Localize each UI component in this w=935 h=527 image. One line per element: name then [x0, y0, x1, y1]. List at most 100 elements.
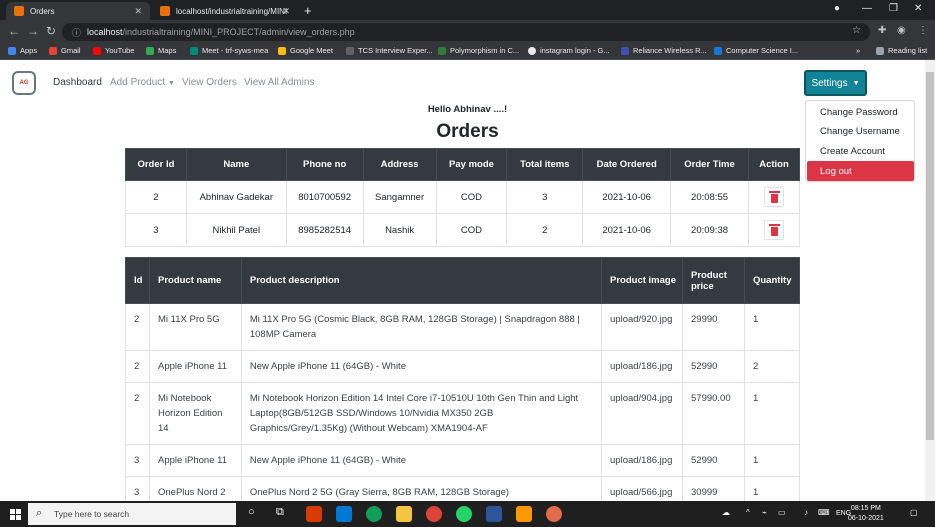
address-path: /industrialtraining/MINI_PROJECT/admin/v…	[122, 27, 355, 37]
scrollbar-thumb[interactable]	[926, 72, 934, 440]
cell-product-image: upload/186.jpg	[601, 350, 683, 383]
file-explorer-icon[interactable]	[396, 506, 412, 522]
tab-title: localhost/industrialtraining/MINI	[176, 6, 288, 16]
bookmark-computer-science[interactable]: Computer Science I...	[714, 46, 798, 55]
col-order-time: Order Time	[670, 148, 749, 181]
bookmark-meet[interactable]: Meet - trf-syws-mea	[190, 46, 268, 55]
col-action: Action	[747, 148, 801, 181]
network-icon[interactable]: ⌁	[762, 508, 767, 517]
cell-order-id: 3	[125, 213, 187, 247]
notifications-icon[interactable]: ▢	[910, 508, 918, 517]
clock-date: 06-10-2021	[848, 515, 884, 522]
sublime-text-icon[interactable]	[516, 506, 532, 522]
delete-order-trash-icon[interactable]	[763, 220, 784, 240]
nav-view-all-admins[interactable]: View All Admins	[244, 77, 314, 88]
word-icon[interactable]	[486, 506, 502, 522]
address-bar[interactable]: ⓘ localhost/industrialtraining/MINI_PROJ…	[62, 23, 870, 41]
cell-product-price: 30999	[682, 476, 745, 501]
tab-close-icon[interactable]: ✕	[282, 6, 290, 17]
back-icon[interactable]: ←	[8, 24, 20, 38]
cell-date-ordered: 2021-10-06	[582, 213, 672, 247]
bookmark-polymorphism[interactable]: Polymorphism in C...	[438, 46, 519, 55]
forward-icon[interactable]: →	[27, 24, 39, 38]
windows-taskbar: ⌕ Type here to search ○ ⧉ ☁ ^ ⌁ ▭ ♪ ⌨ EN…	[0, 501, 935, 527]
nav-add-product[interactable]: Add Product ▼	[110, 77, 175, 88]
bookmark-reliance[interactable]: Reliance Wireless R...	[621, 46, 707, 55]
close-window-icon[interactable]: ✕	[914, 3, 922, 14]
office-icon[interactable]	[306, 506, 322, 522]
profile-indicator-icon[interactable]: ●	[834, 3, 840, 14]
show-hidden-icons[interactable]: ^	[746, 508, 750, 517]
windows-start-icon[interactable]	[10, 509, 21, 520]
table-row: 3 OnePlus Nord 2 5G OnePlus Nord 2 5G (G…	[125, 476, 801, 501]
google-icon	[528, 46, 536, 55]
edge-icon[interactable]	[366, 506, 382, 522]
chrome-icon[interactable]	[426, 506, 442, 522]
extensions-icon[interactable]: ✚	[878, 25, 886, 36]
search-icon: ⌕	[36, 507, 43, 519]
col-quantity: Quantity	[743, 257, 801, 304]
bookmark-google-meet[interactable]: Google Meet	[278, 46, 333, 55]
greeting: Hello Abhinav ....!	[427, 104, 508, 115]
restore-icon[interactable]: ❐	[889, 3, 898, 14]
bookmark-gmail[interactable]: Gmail	[49, 46, 81, 55]
col-name: Name	[185, 148, 287, 181]
bookmark-instagram[interactable]: instagram login - G...	[528, 46, 610, 55]
page-content: AG Dashboard Add Product ▼ View Orders V…	[0, 60, 935, 501]
menu-log-out[interactable]: Log out	[807, 161, 914, 181]
delete-order-trash-icon[interactable]	[763, 187, 784, 207]
address-host: localhost	[87, 27, 123, 37]
products-header-row: Id Product name Product description Prod…	[125, 257, 801, 304]
cell-quantity: 1	[743, 382, 801, 445]
bookmark-youtube[interactable]: YouTube	[93, 46, 134, 55]
cortana-icon[interactable]: ○	[248, 506, 255, 518]
col-product-name: Product name	[148, 257, 242, 304]
battery-icon[interactable]: ▭	[778, 508, 786, 517]
col-product-image: Product image	[601, 257, 683, 304]
cell-product-name: Apple iPhone 11	[148, 444, 242, 477]
cell-product-image: upload/186.jpg	[601, 444, 683, 477]
browser-tab-localhost[interactable]: localhost/industrialtraining/MINI ✕	[152, 2, 298, 20]
bookmark-maps[interactable]: Maps	[146, 46, 176, 55]
col-date-ordered: Date Ordered	[582, 148, 672, 181]
menu-create-account[interactable]: Create Account	[820, 146, 885, 157]
cell-action	[747, 180, 801, 214]
table-row: 2 Abhinav Gadekar 8010700592 Sangamner C…	[125, 180, 801, 214]
cell-product-image: upload/904.jpg	[601, 382, 683, 445]
profile-avatar-icon[interactable]: ◉	[897, 25, 906, 36]
more-bookmarks-icon[interactable]: »	[856, 46, 860, 55]
settings-button[interactable]: Settings ▼	[804, 70, 867, 96]
keyboard-icon[interactable]: ⌨	[818, 508, 830, 517]
whatsapp-icon[interactable]	[456, 506, 472, 522]
weather-cloud-icon[interactable]: ☁	[722, 508, 730, 517]
cell-quantity: 1	[743, 303, 801, 351]
table-row: 2 Mi 11X Pro 5G Mi 11X Pro 5G (Cosmic Bl…	[125, 303, 801, 351]
mail-icon[interactable]	[336, 506, 352, 522]
volume-icon[interactable]: ♪	[804, 508, 808, 517]
task-view-icon[interactable]: ⧉	[276, 506, 284, 519]
page-scrollbar[interactable]	[925, 60, 935, 501]
bookmark-star-icon[interactable]: ☆	[852, 25, 861, 36]
cell-order-time: 20:09:38	[670, 213, 749, 247]
taskbar-search-box[interactable]: ⌕ Type here to search	[28, 503, 236, 525]
browser-tab-orders[interactable]: Orders ✕	[6, 2, 150, 20]
site-logo[interactable]: AG	[12, 71, 36, 95]
cell-product-description: Mi Notebook Horizon Edition 14 Intel Cor…	[240, 382, 603, 445]
reload-icon[interactable]: ↻	[46, 24, 56, 38]
tab-title: Orders	[30, 6, 55, 16]
bookmark-apps[interactable]: Apps	[8, 46, 37, 55]
nav-view-orders[interactable]: View Orders	[182, 77, 237, 88]
col-total-items: Total items	[506, 148, 584, 181]
new-tab-icon[interactable]: +	[304, 3, 312, 18]
tab-close-icon[interactable]: ✕	[134, 6, 142, 17]
minimize-icon[interactable]: —	[862, 3, 872, 14]
bookmark-tcs[interactable]: TCS Interview Exper...	[346, 46, 433, 55]
nav-dashboard[interactable]: Dashboard	[53, 77, 102, 88]
cell-product-image: upload/920.jpg	[601, 303, 683, 351]
cell-product-name: Apple iPhone 11	[148, 350, 242, 383]
menu-icon[interactable]: ⋮	[918, 25, 928, 36]
chrome-active-icon[interactable]	[546, 506, 562, 522]
reading-list[interactable]: Reading list	[876, 46, 927, 55]
taskbar-clock[interactable]: 08:15 PM 06-10-2021	[848, 504, 884, 524]
cell-product-description: New Apple iPhone 11 (64GB) - White	[240, 444, 603, 477]
